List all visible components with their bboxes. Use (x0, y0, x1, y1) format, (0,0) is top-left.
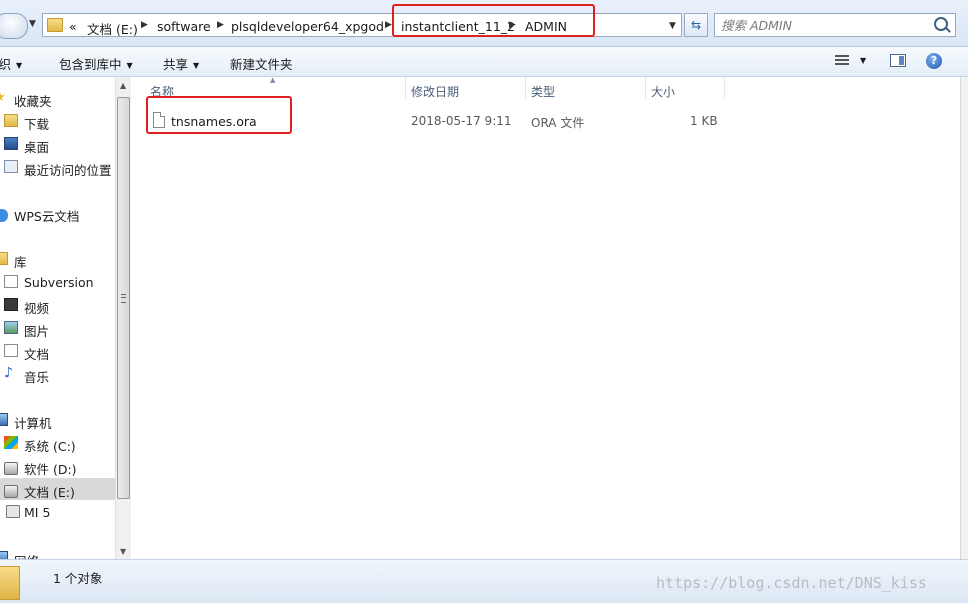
chevron-down-icon: ▼ (193, 61, 200, 70)
nav-item-network[interactable]: 网络 (0, 547, 116, 559)
back-button[interactable] (0, 13, 28, 39)
item-count: 1 个对象 (53, 571, 103, 586)
nav-scrollbar[interactable]: ▲ ▼ (115, 77, 131, 559)
organize-menu[interactable]: 组织▼ (0, 54, 22, 73)
nav-item-downloads[interactable]: 下载 (0, 110, 116, 132)
file-icon (153, 112, 165, 128)
nav-item-recent-places[interactable]: 最近访问的位置 (0, 156, 116, 178)
search-input[interactable] (721, 16, 921, 34)
nav-item-videos[interactable]: 视频 (0, 294, 116, 316)
folder-icon (47, 18, 63, 32)
breadcrumb-arrow-icon[interactable]: ▶ (141, 20, 148, 30)
help-icon[interactable]: ? (926, 53, 942, 69)
system-drive-icon (4, 436, 18, 449)
nav-item-drive-c[interactable]: 系统 (C:) (0, 432, 116, 454)
preview-pane-icon[interactable] (890, 54, 906, 67)
column-divider[interactable] (525, 77, 526, 99)
nav-item-mi5[interactable]: MI 5 (0, 501, 116, 523)
recent-places-icon (4, 160, 18, 173)
table-row[interactable]: tnsnames.ora 2018-05-17 9:11 ORA 文件 1 KB (145, 112, 745, 132)
new-folder-button[interactable]: 新建文件夹 (230, 54, 293, 73)
right-scrollbar[interactable] (960, 77, 968, 559)
nav-scrollbar-thumb[interactable] (117, 97, 130, 499)
nav-item-libraries[interactable]: 库 (0, 248, 116, 270)
column-divider[interactable] (724, 77, 725, 99)
breadcrumb-item-instantclient[interactable]: instantclient_11_2 (401, 19, 515, 34)
nav-item-music[interactable]: ♪ 音乐 (0, 363, 116, 385)
breadcrumb-item-admin[interactable]: ADMIN (525, 19, 567, 34)
refresh-button[interactable]: ⇆ (684, 13, 708, 37)
column-divider[interactable] (645, 77, 646, 99)
address-bar-region: ▼ « 文档 (E:) ▶ software ▶ plsqldeveloper6… (0, 0, 968, 47)
column-header-name[interactable]: 名称 (150, 83, 174, 100)
nav-item-drive-d[interactable]: 软件 (D:) (0, 455, 116, 477)
network-icon (0, 551, 8, 559)
sort-arrow-icon: ▲ (270, 76, 276, 84)
cloud-icon (0, 209, 8, 222)
include-in-library-menu[interactable]: 包含到库中 ▼ (59, 54, 133, 73)
desktop-icon (4, 137, 18, 150)
breadcrumb-item-software[interactable]: software (157, 19, 211, 34)
drive-icon (4, 462, 18, 475)
downloads-folder-icon (4, 114, 18, 127)
scroll-up-arrow-icon[interactable]: ▲ (120, 81, 126, 90)
document-icon (4, 344, 18, 357)
search-box[interactable] (714, 13, 956, 37)
phone-icon (6, 505, 20, 518)
chevron-down-icon: ▼ (16, 61, 23, 70)
nav-item-computer[interactable]: 计算机 (0, 409, 116, 431)
file-modified: 2018-05-17 9:11 (411, 114, 512, 128)
file-name[interactable]: tnsnames.ora (171, 114, 257, 129)
column-divider[interactable] (405, 77, 406, 99)
nav-item-drive-e[interactable]: 文档 (E:) (0, 478, 116, 500)
recent-pages-chevron-down-icon[interactable]: ▼ (29, 19, 36, 29)
file-list: ▲ 名称 修改日期 类型 大小 tnsnames.ora 2018-05-17 … (131, 76, 960, 559)
column-header-size[interactable]: 大小 (651, 83, 675, 100)
library-icon (0, 252, 8, 265)
column-header-modified[interactable]: 修改日期 (411, 83, 459, 100)
status-bar: 1 个对象 https://blog.csdn.net/DNS_kiss (0, 559, 968, 603)
watermark: https://blog.csdn.net/DNS_kiss (656, 574, 927, 592)
video-icon (4, 298, 18, 311)
breadcrumb-arrow-icon[interactable]: ▶ (385, 20, 392, 30)
star-icon: ★ (0, 91, 8, 104)
search-icon[interactable] (934, 17, 948, 31)
nav-item-subversion[interactable]: Subversion (0, 271, 116, 293)
share-menu[interactable]: 共享 ▼ (163, 54, 199, 73)
breadcrumb[interactable]: « 文档 (E:) ▶ software ▶ plsqldeveloper64_… (42, 13, 682, 37)
breadcrumb-item-drive-e[interactable]: 文档 (E:) (87, 19, 138, 38)
view-options-chevron-down-icon[interactable]: ▼ (860, 56, 866, 65)
picture-icon (4, 321, 18, 334)
nav-item-documents[interactable]: 文档 (0, 340, 116, 362)
scroll-down-arrow-icon[interactable]: ▼ (120, 547, 126, 556)
column-header-type[interactable]: 类型 (531, 83, 555, 100)
drive-icon (4, 485, 18, 498)
navigation-pane: ★ 收藏夹 下载 桌面 最近访问的位置 WPS云文档 库 Subversion … (0, 77, 130, 559)
nav-item-pictures[interactable]: 图片 (0, 317, 116, 339)
folder-icon (0, 566, 20, 600)
view-details-icon[interactable] (835, 55, 849, 67)
file-size: 1 KB (690, 114, 718, 128)
chevron-down-icon: ▼ (126, 61, 133, 70)
nav-item-wps-cloud[interactable]: WPS云文档 (0, 202, 116, 224)
nav-item-favorites[interactable]: ★ 收藏夹 (0, 87, 116, 109)
file-type: ORA 文件 (531, 116, 585, 130)
refresh-icon: ⇆ (690, 18, 702, 32)
command-bar: 组织▼ 包含到库中▼ 共享▼ 新建文件夹 ▼ ? (0, 47, 968, 77)
address-history-chevron-down-icon[interactable]: ▼ (669, 21, 676, 31)
breadcrumb-overflow[interactable]: « (69, 19, 77, 34)
nav-item-desktop[interactable]: 桌面 (0, 133, 116, 155)
breadcrumb-item-plsqldeveloper[interactable]: plsqldeveloper64_xpgod (231, 19, 384, 34)
subversion-icon (4, 275, 18, 288)
breadcrumb-arrow-icon[interactable]: ▶ (509, 20, 516, 30)
computer-icon (0, 413, 8, 426)
music-note-icon: ♪ (4, 365, 13, 381)
breadcrumb-arrow-icon[interactable]: ▶ (217, 20, 224, 30)
